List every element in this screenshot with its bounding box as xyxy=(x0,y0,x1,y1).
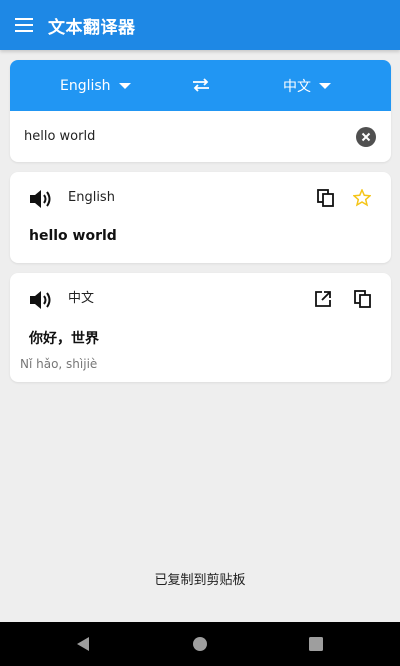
source-result-header: English xyxy=(10,172,391,224)
target-result-card: 中文 你好，世界 Nǐ hǎo, shìjiè xyxy=(10,273,391,382)
clear-input-button[interactable] xyxy=(356,127,376,147)
app-title: 文本翻译器 xyxy=(48,17,136,38)
target-result-text: 你好，世界 xyxy=(29,331,99,347)
input-card: English 中文 xyxy=(10,60,391,162)
source-result-card: English hello world xyxy=(10,172,391,263)
target-language-label: 中文 xyxy=(283,78,311,95)
toast-message: 已复制到剪贴板 xyxy=(154,573,246,588)
app-bar: 文本翻译器 xyxy=(0,0,400,50)
source-language-label: English xyxy=(60,77,111,94)
close-icon xyxy=(361,132,371,142)
swap-languages-button[interactable] xyxy=(190,73,212,97)
target-language-dropdown[interactable]: 中文 xyxy=(283,60,331,111)
hamburger-menu-icon xyxy=(15,18,33,32)
target-result-header: 中文 xyxy=(10,273,391,325)
home-icon[interactable] xyxy=(191,635,209,653)
star-icon[interactable] xyxy=(353,189,371,207)
menu-button[interactable] xyxy=(0,0,48,50)
speaker-icon[interactable] xyxy=(28,289,52,311)
open-external-icon[interactable] xyxy=(314,290,332,308)
input-row xyxy=(10,111,391,162)
source-result-text: hello world xyxy=(29,228,117,244)
language-bar: English 中文 xyxy=(10,60,391,111)
chevron-down-icon xyxy=(319,82,331,89)
copy-icon[interactable] xyxy=(354,290,372,308)
copy-icon[interactable] xyxy=(317,189,335,207)
chevron-down-icon xyxy=(118,82,131,89)
romanization-text: Nǐ hǎo, shìjiè xyxy=(20,357,98,371)
recents-icon[interactable] xyxy=(307,635,325,653)
source-language-dropdown[interactable]: English xyxy=(60,60,131,111)
target-result-language: 中文 xyxy=(68,291,95,306)
swap-arrows-icon xyxy=(193,78,209,92)
source-result-language: English xyxy=(68,190,115,205)
speaker-icon[interactable] xyxy=(28,188,52,210)
back-icon[interactable] xyxy=(74,635,92,653)
source-text-input[interactable] xyxy=(24,111,344,162)
system-navigation-bar xyxy=(0,622,400,666)
